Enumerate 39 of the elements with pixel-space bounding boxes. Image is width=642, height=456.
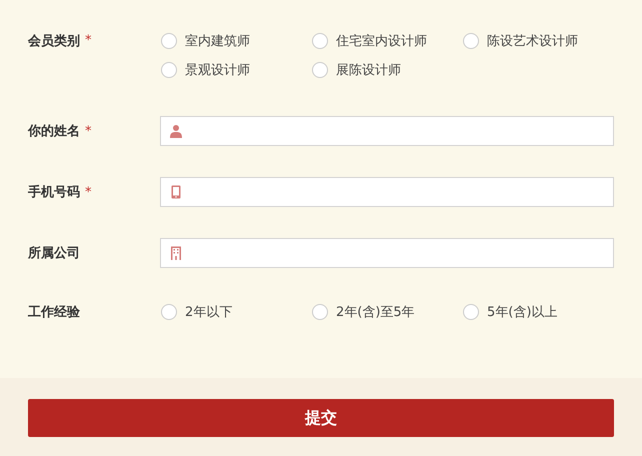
field-label: 你的姓名 <box>28 123 80 140</box>
option-label: 展陈设计师 <box>336 62 401 78</box>
radio-button[interactable] <box>161 304 177 320</box>
radio-option[interactable]: 2年(含)至5年 <box>311 297 462 326</box>
required-mark: * <box>85 184 92 200</box>
building-icon <box>169 246 183 260</box>
radio-option[interactable]: 5年(含)以上 <box>462 297 613 326</box>
radio-button[interactable] <box>463 304 479 320</box>
option-label: 景观设计师 <box>185 62 250 78</box>
person-icon <box>169 124 183 138</box>
option-label: 5年(含)以上 <box>487 304 558 320</box>
option-label: 住宅室内设计师 <box>336 32 427 50</box>
option-label: 2年(含)至5年 <box>336 304 415 320</box>
submit-button[interactable]: 提交 <box>28 399 614 437</box>
radio-button[interactable] <box>463 32 479 48</box>
radio-option[interactable]: 2年以下 <box>160 297 311 326</box>
radio-option[interactable]: 展陈设计师 <box>311 55 462 84</box>
radio-option[interactable]: 景观设计师 <box>160 55 311 84</box>
radio-button[interactable] <box>312 304 328 320</box>
company-field[interactable] <box>160 238 614 268</box>
option-label: 2年以下 <box>185 304 232 320</box>
option-label: 室内建筑师 <box>185 32 250 50</box>
field-label: 手机号码 <box>28 184 80 201</box>
field-label: 所属公司 <box>28 245 80 262</box>
radio-button[interactable] <box>312 62 328 78</box>
radio-option[interactable]: 陈设艺术设计师 <box>462 26 613 55</box>
field-label: 会员类别 <box>28 32 80 50</box>
required-mark: * <box>85 33 92 48</box>
radio-option[interactable]: 室内建筑师 <box>160 26 311 55</box>
radio-option[interactable]: 住宅室内设计师 <box>311 26 462 55</box>
field-label: 工作经验 <box>28 304 80 320</box>
phone-icon <box>169 185 183 199</box>
required-mark: * <box>85 124 92 138</box>
option-label: 陈设艺术设计师 <box>487 32 578 50</box>
phone-field[interactable] <box>160 177 614 207</box>
radio-button[interactable] <box>161 32 177 48</box>
radio-button[interactable] <box>161 62 177 78</box>
radio-button[interactable] <box>312 32 328 48</box>
name-field[interactable] <box>160 116 614 146</box>
